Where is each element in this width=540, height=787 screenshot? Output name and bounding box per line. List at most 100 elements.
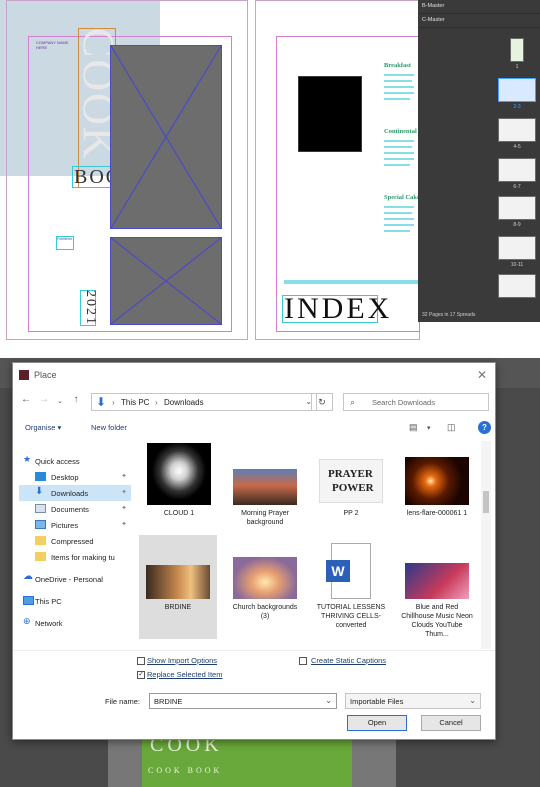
file-grid: CLOUD 1 Morning Prayer background PRAYER… <box>139 441 485 649</box>
pin-icon[interactable]: ✦ <box>121 472 127 480</box>
file-tile-cloud[interactable]: CLOUD 1 <box>143 441 215 541</box>
refresh-button[interactable]: ↻ <box>311 393 333 411</box>
file-tile-morning-prayer[interactable]: Morning Prayer background <box>229 441 301 541</box>
image-frame-top[interactable] <box>110 45 222 229</box>
word-document-icon: W <box>326 543 371 599</box>
youtube-thumbnail <box>405 563 469 599</box>
page-thumb-8-9[interactable] <box>498 196 536 220</box>
back-arrow-icon[interactable]: ← <box>19 394 33 405</box>
sidebar-item-onedrive[interactable]: ☁ OneDrive - Personal <box>19 571 131 587</box>
breadcrumb-sep-icon: › <box>112 398 115 407</box>
published-label: Published <box>57 237 73 241</box>
organise-button[interactable]: Organise ▾ <box>25 423 61 432</box>
spread-label-1: 1 <box>515 64 519 70</box>
sidebar-item-quick-access[interactable]: ★ Quick access <box>19 453 131 469</box>
file-tile-pp2[interactable]: PRAYER POWER PP 2 <box>315 441 387 541</box>
file-tile-brdine[interactable]: BRDINE <box>139 535 217 639</box>
pages-count: 32 Pages in 17 Spreads <box>422 312 476 318</box>
view-dropdown-icon[interactable]: ▾ <box>427 424 431 432</box>
chevron-down-icon[interactable]: ⌄ <box>325 696 332 705</box>
sidebar-item-this-pc[interactable]: This PC <box>19 593 131 609</box>
search-input[interactable]: ⌕ Search Downloads <box>343 393 489 411</box>
file-tile-blue-red-chillhouse[interactable]: Blue and Red Chillhouse Music Neon Cloud… <box>401 535 473 638</box>
sidebar-item-desktop[interactable]: Desktop ✦ <box>19 469 131 485</box>
master-b[interactable]: B-Master <box>418 0 540 14</box>
pin-icon[interactable]: ✦ <box>121 504 127 512</box>
options-separator <box>13 650 495 651</box>
sidebar-item-items-for-making[interactable]: Items for making tu <box>19 549 131 565</box>
menu-line <box>384 158 414 160</box>
chevron-down-icon[interactable]: ⌄ <box>469 696 476 705</box>
menu-line <box>384 206 414 208</box>
create-static-captions-label[interactable]: Create Static Captions <box>311 656 386 665</box>
page-thumb-10-11[interactable] <box>498 236 536 260</box>
menu-line <box>384 224 414 226</box>
index-rule <box>284 280 418 284</box>
place-dialog[interactable]: Place ✕ ← → ⌄ ↑ ⬇ › This PC › Downloads … <box>12 362 496 740</box>
scrollbar-thumb[interactable] <box>483 491 489 513</box>
page-thumb-4-5[interactable] <box>498 118 536 142</box>
pin-icon[interactable]: ✦ <box>121 520 127 528</box>
search-icon: ⌕ <box>350 397 356 407</box>
navigation-bar: ← → ⌄ ↑ ⬇ › This PC › Downloads ⌄ ↻ ⌕ Se… <box>13 389 495 415</box>
file-tile-church-backgrounds[interactable]: Church backgrounds (3) <box>229 535 301 635</box>
file-name: Blue and Red Chillhouse Music Neon Cloud… <box>401 604 473 638</box>
screenshot-gap <box>0 340 540 358</box>
pin-icon[interactable]: ✦ <box>121 488 127 496</box>
create-static-captions-checkbox[interactable] <box>299 657 307 665</box>
breadcrumb-downloads[interactable]: Downloads <box>164 398 204 407</box>
documents-icon <box>35 504 46 513</box>
sidebar-item-downloads[interactable]: ⬇ Downloads ✦ <box>19 485 131 501</box>
prayer-power-thumbnail: PRAYER POWER <box>319 459 383 503</box>
navigation-pane: ★ Quick access Desktop ✦ ⬇ Downloads ✦ D… <box>19 443 131 649</box>
file-tile-lens-flare[interactable]: lens-flare-000061 1 <box>401 441 473 541</box>
menu-line <box>384 146 412 148</box>
file-grid-scrollbar[interactable] <box>481 441 491 649</box>
breadcrumb-this-pc[interactable]: This PC <box>121 398 149 407</box>
silhouette-thumbnail <box>146 565 210 599</box>
refresh-icon: ↻ <box>318 397 326 407</box>
dialog-title: Place <box>34 370 57 380</box>
sidebar-item-network[interactable]: ⊕ Network <box>19 615 131 631</box>
image-frame-bottom[interactable] <box>110 237 222 325</box>
indesign-logo-icon <box>19 370 29 380</box>
forward-arrow-icon[interactable]: → <box>37 394 51 405</box>
page-thumb-1[interactable] <box>510 38 524 62</box>
up-arrow-icon[interactable]: ↑ <box>69 394 83 405</box>
pages-panel[interactable]: B-Master C-Master 1 2-3 4-5 6-7 8-9 10-1… <box>418 0 540 322</box>
cancel-button[interactable]: Cancel <box>421 715 481 731</box>
file-type-select[interactable]: Importable Files ⌄ <box>345 693 481 709</box>
page-thumb-2-3[interactable] <box>498 78 536 102</box>
menu-line <box>384 80 412 82</box>
close-icon[interactable]: ✕ <box>477 368 487 382</box>
word-logo-letter: W <box>326 560 350 582</box>
address-bar[interactable]: ⬇ › This PC › Downloads ⌄ <box>91 393 317 411</box>
help-icon[interactable]: ? <box>478 421 491 434</box>
page-thumb-12-13[interactable] <box>498 274 536 298</box>
index-image[interactable] <box>298 76 362 152</box>
replace-selected-item-checkbox[interactable]: ✓ <box>137 671 145 679</box>
preview-pane-icon[interactable]: ◫ <box>447 422 456 433</box>
sidebar-item-documents[interactable]: Documents ✦ <box>19 501 131 517</box>
recent-dropdown-icon[interactable]: ⌄ <box>53 397 67 405</box>
sidebar-item-pictures[interactable]: Pictures ✦ <box>19 517 131 533</box>
search-placeholder: Search Downloads <box>372 398 435 407</box>
master-c[interactable]: C-Master <box>418 14 540 28</box>
open-button[interactable]: Open <box>347 715 407 731</box>
view-options-icon[interactable]: ▤ <box>409 422 418 433</box>
sidebar-item-compressed[interactable]: Compressed <box>19 533 131 549</box>
show-import-options-label[interactable]: Show Import Options <box>147 656 217 665</box>
file-tile-tutorial[interactable]: W TUTORIAL LESSENS THRIVING CELLS-conver… <box>315 535 387 635</box>
menu-line <box>384 92 414 94</box>
replace-selected-item-label[interactable]: Replace Selected Item <box>147 670 222 679</box>
file-name-input[interactable]: BRDINE ⌄ <box>149 693 337 709</box>
cover-preview-subtitle: COOK BOOK <box>148 766 223 775</box>
new-folder-button[interactable]: New folder <box>91 423 127 432</box>
cover-preview: COOK COOK BOOK <box>142 734 352 787</box>
section-title-special-cake: Special Cake <box>384 194 420 201</box>
sidebar-label: Network <box>35 619 63 628</box>
file-name: Morning Prayer background <box>241 510 289 526</box>
show-import-options-checkbox[interactable] <box>137 657 145 665</box>
page-thumb-6-7[interactable] <box>498 158 536 182</box>
cover-year: 2021 <box>83 290 98 326</box>
